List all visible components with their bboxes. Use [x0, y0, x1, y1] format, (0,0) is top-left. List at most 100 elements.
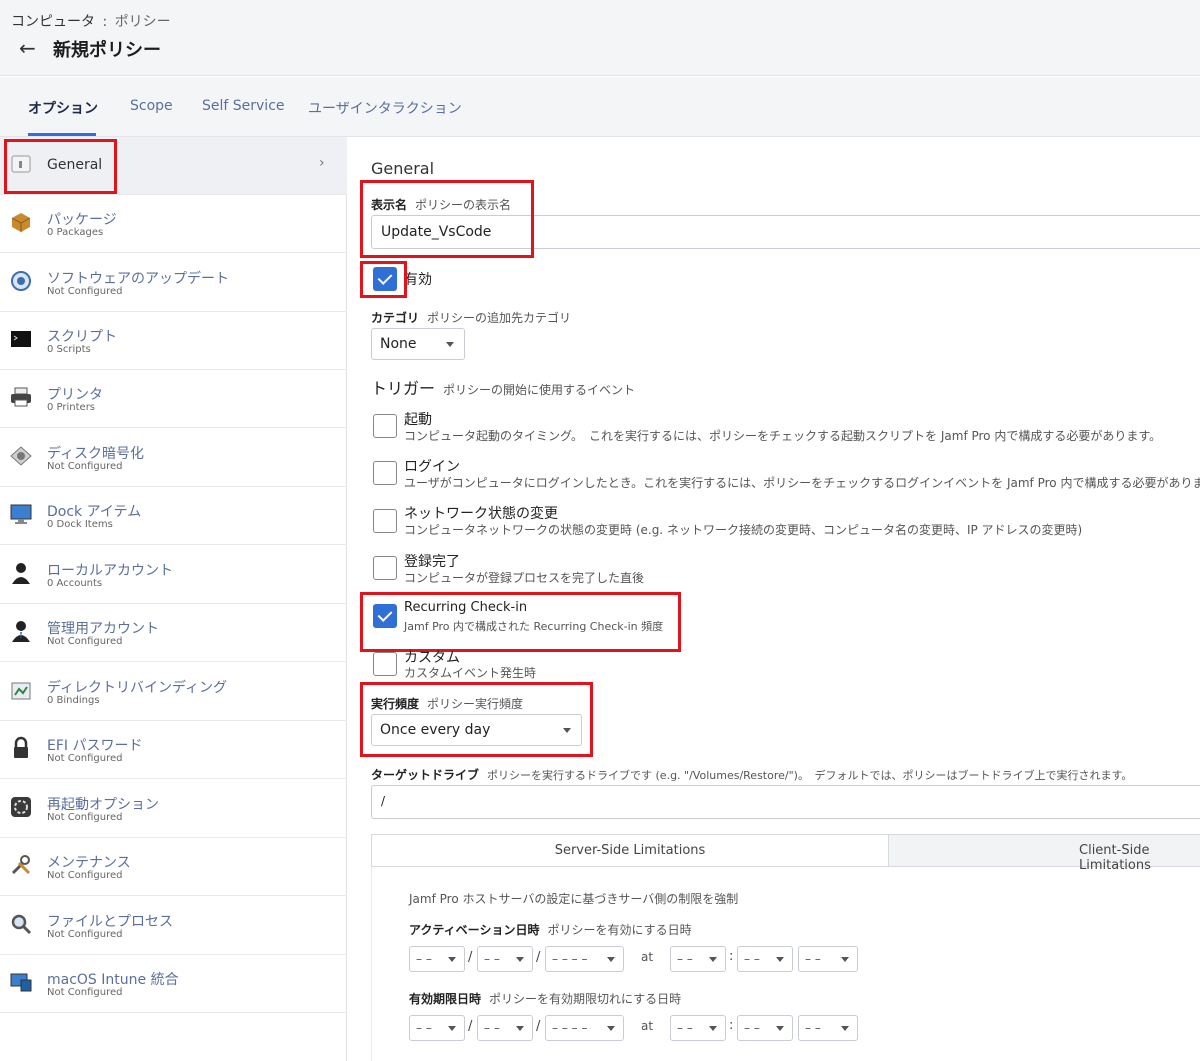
tab-server-side-limitations[interactable]: Server-Side Limitations	[371, 834, 889, 867]
sidebar-item-files-processes[interactable]: ファイルとプロセス Not Configured	[0, 897, 347, 955]
target-drive-input[interactable]: /	[371, 785, 1200, 819]
sidebar-item-sub: 0 Bindings	[47, 695, 100, 706]
sidebar-item-sub: 0 Printers	[47, 402, 96, 413]
trigger-startup-checkbox[interactable]	[373, 414, 397, 438]
sidebar-item-label: ソフトウェアのアップデート	[47, 271, 229, 287]
caret-down-icon	[516, 957, 524, 962]
expiration-year-select[interactable]: – – – –	[545, 1015, 624, 1041]
activation-day-select[interactable]: – –	[477, 946, 533, 972]
field-hint: ポリシーの表示名	[415, 198, 512, 212]
sidebar-item-management-account[interactable]: 管理用アカウント Not Configured	[0, 604, 347, 662]
trigger-desc: ユーザがコンピュータにログインしたとき。これを実行するには、ポリシーをチェックす…	[404, 476, 1200, 490]
expiration-minute-select[interactable]: – –	[737, 1015, 793, 1041]
sidebar-item-label: ディスク暗号化	[47, 446, 145, 462]
select-value: – –	[416, 1021, 432, 1035]
select-value: – –	[484, 952, 500, 966]
management-account-icon	[12, 621, 30, 642]
caret-down-icon	[446, 342, 454, 347]
sidebar-item-general[interactable]: General ›	[0, 137, 347, 195]
breadcrumb-current: ポリシー	[114, 14, 171, 30]
sidebar-item-software-update[interactable]: ソフトウェアのアップデート Not Configured	[0, 254, 347, 312]
sidebar-item-sub: 0 Scripts	[47, 344, 91, 355]
trigger-recurring-checkin-checkbox[interactable]	[373, 604, 397, 628]
frequency-select[interactable]: Once every day	[371, 714, 582, 746]
trigger-title: ログイン	[404, 459, 460, 475]
sidebar-item-sub: Not Configured	[47, 636, 123, 647]
sidebar-item-local-accounts[interactable]: ローカルアカウント 0 Accounts	[0, 546, 347, 604]
sidebar-item-sub: Not Configured	[47, 812, 123, 823]
sidebar-item-efi-password[interactable]: EFI パスワード Not Configured	[0, 721, 347, 779]
activation-ampm-select[interactable]: – –	[798, 946, 858, 972]
expiration-hour-select[interactable]: – –	[670, 1015, 726, 1041]
expiration-day-select[interactable]: – –	[477, 1015, 533, 1041]
display-name-input[interactable]: Update_VsCode	[371, 215, 1200, 249]
display-name-label: 表示名 ポリシーの表示名	[371, 194, 511, 213]
caret-down-icon	[841, 1026, 849, 1031]
trigger-custom-checkbox[interactable]	[373, 652, 397, 676]
sidebar-item-packages[interactable]: パッケージ 0 Packages	[0, 195, 347, 253]
caret-down-icon	[448, 1026, 456, 1031]
sidebar-item-label: パッケージ	[47, 212, 117, 228]
general-panel: General 表示名 ポリシーの表示名 Update_VsCode 有効 カテゴ…	[348, 137, 1200, 1061]
activation-minute-select[interactable]: – –	[737, 946, 793, 972]
tab-client-side-limitations[interactable]: Client-Side Limitations	[888, 834, 1200, 873]
sidebar-item-directory-bindings[interactable]: ディレクトリバインディング 0 Bindings	[0, 663, 347, 721]
tab-user-interaction[interactable]: ユーザインタラクション	[308, 98, 462, 118]
trigger-login-checkbox[interactable]	[373, 461, 397, 485]
caret-down-icon	[709, 1026, 717, 1031]
tab-scope[interactable]: Scope	[130, 98, 173, 114]
select-value: – –	[677, 952, 693, 966]
server-side-intro: Jamf Pro ホストサーバの設定に基づきサーバ側の制限を強制	[409, 892, 739, 906]
sidebar-item-sub: 0 Accounts	[47, 578, 103, 589]
select-value: – –	[677, 1021, 693, 1035]
section-heading: General	[371, 159, 435, 178]
sidebar-item-sub: Not Configured	[47, 987, 123, 998]
date-separator: /	[468, 1019, 473, 1034]
sidebar-item-sub: Not Configured	[47, 929, 123, 940]
local-account-icon	[12, 563, 30, 584]
caret-down-icon	[841, 957, 849, 962]
sidebar-item-dock[interactable]: Dock アイテム 0 Dock Items	[0, 487, 347, 545]
caret-down-icon	[776, 957, 784, 962]
intune-icon	[10, 973, 32, 992]
sidebar-item-printers[interactable]: プリンタ 0 Printers	[0, 370, 347, 428]
tab-options[interactable]: オプション	[28, 98, 98, 118]
breadcrumb-parent[interactable]: コンピュータ	[11, 14, 95, 30]
trigger-network-change-checkbox[interactable]	[373, 509, 397, 533]
enabled-checkbox[interactable]	[373, 267, 397, 291]
tab-self-service[interactable]: Self Service	[202, 98, 285, 114]
chevron-right-icon: ›	[319, 155, 325, 171]
sidebar-item-label: 再起動オプション	[47, 797, 159, 813]
activation-hour-select[interactable]: – –	[670, 946, 726, 972]
sidebar-item-maintenance[interactable]: メンテナンス Not Configured	[0, 838, 347, 896]
expiration-label: 有効期限日時 ポリシーを有効期限切れにする日時	[409, 988, 681, 1007]
trigger-desc: コンピュータ起動のタイミング。 これを実行するには、ポリシーをチェックする起動ス…	[404, 429, 1162, 443]
at-label: at	[641, 1019, 654, 1033]
time-separator: :	[729, 949, 734, 964]
field-hint: ポリシーの開始に使用するイベント	[443, 383, 636, 397]
select-value: – –	[484, 1021, 500, 1035]
sidebar-item-restart-options[interactable]: 再起動オプション Not Configured	[0, 780, 347, 838]
expiration-ampm-select[interactable]: – –	[798, 1015, 858, 1041]
category-select[interactable]: None	[371, 328, 465, 360]
trigger-title: 起動	[404, 412, 432, 428]
dock-icon	[10, 504, 32, 524]
breadcrumb: コンピュータ : ポリシー	[11, 11, 171, 31]
field-hint: ポリシーを有効期限切れにする日時	[489, 992, 682, 1006]
field-label: 有効期限日時	[409, 992, 482, 1006]
sidebar-item-scripts[interactable]: スクリプト 0 Scripts	[0, 312, 347, 370]
activation-year-select[interactable]: – – – –	[545, 946, 624, 972]
target-drive-label: ターゲットドライブ ポリシーを実行するドライブです (e.g. "/Volumes…	[371, 764, 1132, 783]
trigger-enrollment-checkbox[interactable]	[373, 556, 397, 580]
trigger-desc: カスタムイベント発生時	[404, 666, 537, 680]
trigger-title: ネットワーク状態の変更	[404, 506, 558, 522]
sidebar-item-sub: 0 Dock Items	[47, 519, 113, 530]
sidebar-item-macos-intune[interactable]: macOS Intune 統合 Not Configured	[0, 955, 347, 1013]
back-arrow-icon[interactable]: ←	[19, 36, 36, 60]
activation-month-select[interactable]: – –	[409, 946, 465, 972]
sidebar-item-disk-encryption[interactable]: ディスク暗号化 Not Configured	[0, 429, 347, 487]
sidebar-item-label: macOS Intune 統合	[47, 972, 179, 988]
select-value: – –	[805, 952, 821, 966]
select-value: – –	[416, 952, 432, 966]
expiration-month-select[interactable]: – –	[409, 1015, 465, 1041]
